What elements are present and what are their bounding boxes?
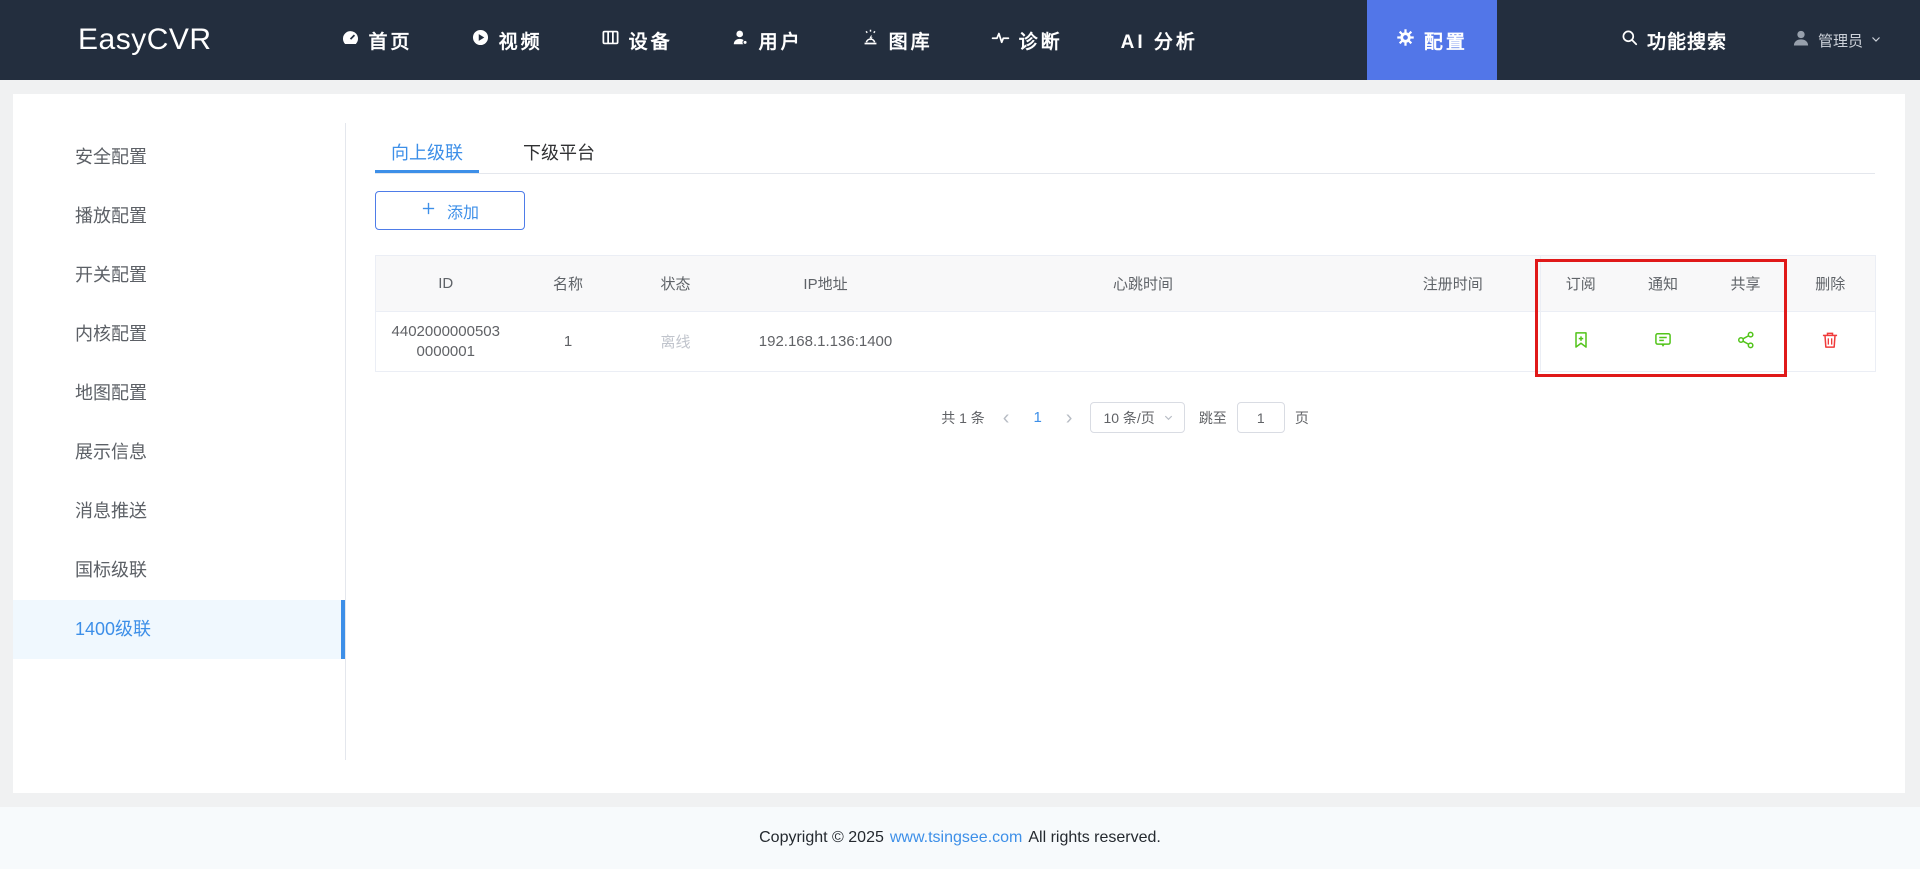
nav-item-label: 视频 xyxy=(498,31,543,53)
notify-icon[interactable] xyxy=(1653,330,1673,350)
tab-upper-cascade[interactable]: 向上级联 xyxy=(375,134,479,173)
config-sidebar: 安全配置 播放配置 开关配置 内核配置 地图配置 展示信息 消息推送 国标级联 … xyxy=(13,128,345,659)
nav-item-home[interactable]: 首页 xyxy=(312,0,442,80)
nav-item-video[interactable]: 视频 xyxy=(442,0,572,80)
nav-item-user[interactable]: 用户 xyxy=(702,0,832,80)
jump-prefix-label: 跳至 xyxy=(1198,409,1227,426)
cell-name: 1 xyxy=(515,311,621,372)
header-id: ID xyxy=(375,255,516,312)
cell-heartbeat-time xyxy=(920,311,1366,372)
page-jump: 跳至 页 xyxy=(1199,402,1309,433)
add-button-label: 添加 xyxy=(446,204,479,222)
header-ip: IP地址 xyxy=(730,255,921,312)
cascade-table: ID 名称 状态 IP地址 心跳时间 注册时间 订阅 通知 共享 删除 4402… xyxy=(375,255,1876,372)
alarm-gallery-icon xyxy=(861,28,880,53)
content-card: 安全配置 播放配置 开关配置 内核配置 地图配置 展示信息 消息推送 国标级联 … xyxy=(13,94,1905,793)
sidebar-item-gb-cascade[interactable]: 国标级联 xyxy=(13,541,345,600)
table-row: 44020000005030000001 1 离线 192.168.1.136:… xyxy=(375,311,1876,372)
select-caret-icon xyxy=(1163,410,1174,426)
admin-avatar-icon xyxy=(1791,28,1811,52)
pulse-icon xyxy=(991,28,1010,53)
header-register-time: 注册时间 xyxy=(1365,255,1541,312)
add-button[interactable]: 添加 xyxy=(375,191,525,230)
page-jump-input[interactable] xyxy=(1236,402,1285,433)
top-navbar: EasyCVR 首页 视频 设备 用户 图库 诊断 AI 分析 配置 功能搜索 … xyxy=(0,0,1920,80)
dashboard-icon xyxy=(341,28,360,53)
share-icon[interactable] xyxy=(1736,330,1756,350)
cell-id: 44020000005030000001 xyxy=(375,311,516,372)
nav-item-label: 设备 xyxy=(628,31,673,53)
sidebar-item-kernel-config[interactable]: 内核配置 xyxy=(13,305,345,364)
nav-item-ai-analysis[interactable]: AI 分析 xyxy=(1092,0,1227,80)
sidebar-item-security-config[interactable]: 安全配置 xyxy=(13,128,345,187)
header-subscribe: 订阅 xyxy=(1540,255,1621,312)
table-header-row: ID 名称 状态 IP地址 心跳时间 注册时间 订阅 通知 共享 删除 xyxy=(375,255,1876,312)
header-share: 共享 xyxy=(1705,255,1786,312)
sidebar-item-display-info[interactable]: 展示信息 xyxy=(13,423,345,482)
jump-suffix-label: 页 xyxy=(1294,409,1309,426)
cell-status: 离线 xyxy=(620,311,731,372)
admin-user-menu[interactable]: 管理员 xyxy=(1791,28,1882,52)
next-page-button[interactable]: › xyxy=(1062,408,1077,428)
sidebar-item-switch-config[interactable]: 开关配置 xyxy=(13,246,345,305)
sidebar-item-message-push[interactable]: 消息推送 xyxy=(13,482,345,541)
chevron-down-icon xyxy=(1870,32,1882,49)
copyright-prefix: Copyright © 2025 xyxy=(759,829,884,846)
header-delete: 删除 xyxy=(1785,255,1876,312)
nav-item-label: AI 分析 xyxy=(1120,31,1198,53)
admin-user-label: 管理员 xyxy=(1817,32,1863,50)
cascade-tabs: 向上级联 下级平台 xyxy=(375,134,1875,174)
cell-register-time xyxy=(1365,311,1541,372)
pagination: 共 1 条 ‹ 1 › 10 条/页 跳至 页 xyxy=(375,402,1875,433)
sidebar-item-1400-cascade[interactable]: 1400级联 xyxy=(13,600,345,659)
nav-item-label: 图库 xyxy=(888,31,933,53)
copyright-suffix: All rights reserved. xyxy=(1028,829,1161,846)
subscribe-icon[interactable] xyxy=(1571,330,1591,350)
gear-icon xyxy=(1396,28,1415,53)
delete-icon[interactable] xyxy=(1820,330,1840,350)
nav-item-label: 用户 xyxy=(758,31,803,53)
sidebar-item-playback-config[interactable]: 播放配置 xyxy=(13,187,345,246)
nav-item-gallery[interactable]: 图库 xyxy=(832,0,962,80)
video-icon xyxy=(471,28,490,53)
nav-item-label: 首页 xyxy=(368,31,413,53)
nav-item-config[interactable]: 配置 xyxy=(1366,0,1497,80)
nav-item-label: 诊断 xyxy=(1018,31,1063,53)
header-heartbeat-time: 心跳时间 xyxy=(920,255,1366,312)
header-status: 状态 xyxy=(620,255,731,312)
page-size-label: 10 条/页 xyxy=(1103,409,1155,426)
main-menu: 首页 视频 设备 用户 图库 诊断 AI 分析 配置 xyxy=(312,0,1497,80)
nav-item-diagnosis[interactable]: 诊断 xyxy=(962,0,1092,80)
pagination-total: 共 1 条 xyxy=(941,409,985,426)
page-footer: Copyright © 2025 www.tsingsee.com All ri… xyxy=(0,807,1920,869)
main-panel: 向上级联 下级平台 添加 ID 名称 状态 IP地址 心跳时间 注册时间 订阅 … xyxy=(345,94,1905,433)
user-icon xyxy=(731,28,750,53)
navbar-right: 功能搜索 管理员 xyxy=(1620,27,1920,54)
search-icon xyxy=(1620,28,1639,53)
page-size-select[interactable]: 10 条/页 xyxy=(1090,402,1185,433)
nav-item-label: 配置 xyxy=(1423,31,1468,53)
tsingsee-link[interactable]: www.tsingsee.com xyxy=(890,829,1023,847)
function-search-button[interactable]: 功能搜索 xyxy=(1620,27,1727,54)
app-logo: EasyCVR xyxy=(78,23,212,56)
page-number-1[interactable]: 1 xyxy=(1027,409,1047,426)
function-search-label: 功能搜索 xyxy=(1646,31,1727,53)
header-notify: 通知 xyxy=(1620,255,1706,312)
header-name: 名称 xyxy=(515,255,621,312)
nav-item-device[interactable]: 设备 xyxy=(572,0,702,80)
cell-ip: 192.168.1.136:1400 xyxy=(730,311,921,372)
device-icon xyxy=(601,28,620,53)
plus-icon xyxy=(421,201,436,221)
prev-page-button[interactable]: ‹ xyxy=(999,408,1014,428)
sidebar-item-map-config[interactable]: 地图配置 xyxy=(13,364,345,423)
tab-lower-platform[interactable]: 下级平台 xyxy=(507,134,611,173)
